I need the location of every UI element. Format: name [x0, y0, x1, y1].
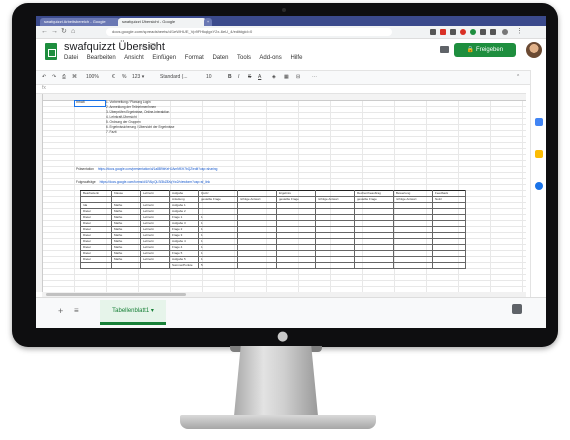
menu-view[interactable]: Ansicht: [124, 55, 144, 61]
font-size-select[interactable]: 10: [206, 71, 212, 84]
table-row: Summe/Punkte 5: [80, 262, 466, 269]
monitor-stand: [234, 346, 318, 416]
tasks-icon[interactable]: [535, 182, 543, 190]
url-input[interactable]: docs.google.com/spreadsheets/d/1eWHUE_Vp…: [106, 28, 392, 36]
avatar[interactable]: [526, 42, 542, 58]
menu-edit[interactable]: Bearbeiten: [87, 55, 116, 61]
menu-insert[interactable]: Einfügen: [152, 55, 176, 61]
formatting-toolbar: ↶ ↷ ⎙ ⌘ 100% € % 123 ▾ Standard (... 10 …: [36, 70, 546, 85]
menu-tools[interactable]: Tools: [237, 55, 251, 61]
forward-icon[interactable]: →: [51, 28, 58, 36]
browser-tab-2[interactable]: swafquizzt Übersicht - Google: [118, 18, 206, 26]
extension-icon[interactable]: [480, 29, 486, 35]
menu-format[interactable]: Format: [185, 55, 204, 61]
table-cell[interactable]: 5: [198, 262, 238, 269]
back-icon[interactable]: ←: [41, 28, 48, 36]
cell-contents-label[interactable]: Inhalt: [76, 100, 85, 105]
sheet-tab-label: Tabellenblatt1: [112, 308, 150, 314]
star-icon[interactable]: ☆ ⛁: [140, 42, 156, 51]
table-cell[interactable]: [80, 262, 112, 269]
profile-icon[interactable]: [502, 29, 508, 35]
results-table: Bearbeiterin Klasse Lehrerin Aufgabe Quizz Er…: [80, 190, 466, 269]
address-bar-area: ← → ↻ ⌂ docs.google.com/spreadsheets/d/1…: [36, 26, 546, 39]
screen: swafquizzt Arbeitsbereich - Google swafq…: [36, 16, 546, 328]
row-headers[interactable]: [36, 94, 43, 292]
table-cell[interactable]: [111, 262, 141, 269]
zoom-select[interactable]: 100%: [86, 71, 99, 84]
presentation-label: Präsentation: [76, 167, 94, 171]
table-cell[interactable]: [393, 262, 433, 269]
formula-bar[interactable]: fx: [36, 84, 526, 94]
table-cell[interactable]: [140, 262, 170, 269]
followup-label: Folgeaufträge: [76, 180, 96, 184]
percent-icon[interactable]: %: [122, 71, 126, 84]
undo-icon[interactable]: ↶: [42, 71, 46, 84]
format-select[interactable]: 123 ▾: [132, 71, 144, 84]
merge-icon[interactable]: ⊟: [296, 71, 300, 84]
new-tab-icon[interactable]: +: [204, 18, 212, 26]
print-icon[interactable]: ⎙: [62, 71, 66, 84]
collapse-icon[interactable]: ⌃: [516, 71, 520, 84]
sheet-tab[interactable]: Tabellenblatt1 ▾: [100, 300, 166, 325]
apple-logo-icon: ●: [277, 329, 289, 344]
share-label: Freigeben: [476, 47, 504, 53]
extension-icon[interactable]: [470, 29, 476, 35]
table-cell[interactable]: [237, 262, 277, 269]
followup-link-row: Folgeaufträge https://docs.google.com/for…: [76, 180, 210, 184]
extension-icon[interactable]: [440, 29, 446, 35]
presentation-link[interactable]: https://docs.google.com/presentation/d/1…: [98, 167, 218, 171]
menu-icon[interactable]: ⋮: [516, 28, 523, 36]
toc-item[interactable]: 7. Fazit: [106, 130, 174, 135]
comment-icon[interactable]: [440, 46, 449, 53]
add-sheet-icon[interactable]: +: [58, 306, 63, 316]
extension-icon[interactable]: [490, 29, 496, 35]
presentation-link-row: Präsentation https://docs.google.com/pres…: [76, 167, 217, 171]
share-button[interactable]: 🔒 Freigeben: [454, 43, 516, 57]
browser-tab-strip: swafquizzt Arbeitsbereich - Google swafq…: [36, 16, 546, 26]
all-sheets-icon[interactable]: ≡: [74, 306, 79, 315]
menu-addons[interactable]: Add-ons: [259, 55, 281, 61]
table-cell[interactable]: [315, 262, 355, 269]
menu-data[interactable]: Daten: [212, 55, 228, 61]
sheets-logo-icon[interactable]: [45, 43, 57, 60]
table-cell[interactable]: [354, 262, 394, 269]
font-select[interactable]: Standard (...: [160, 71, 188, 84]
table-of-contents: 1. Vorbereitung / Planung Login 2. Anmel…: [106, 100, 174, 135]
extension-icon[interactable]: [430, 29, 436, 35]
browser-tab-1[interactable]: swafquizzt Arbeitsbereich - Google: [40, 18, 120, 26]
text-color-icon[interactable]: A: [258, 71, 261, 84]
keep-icon[interactable]: [535, 150, 543, 158]
menu-help[interactable]: Hilfe: [290, 55, 302, 61]
camera-dot: [282, 8, 286, 12]
menu-file[interactable]: Datei: [64, 55, 78, 61]
followup-link[interactable]: https://docs.google.com/forms/d/1FAIpQLS…: [100, 180, 210, 184]
table-cell[interactable]: Summe/Punkte: [169, 262, 199, 269]
italic-icon[interactable]: I: [238, 71, 239, 84]
fill-color-icon[interactable]: ◈: [272, 71, 276, 84]
menu-bar: Datei Bearbeiten Ansicht Einfügen Format…: [64, 55, 309, 61]
calendar-icon[interactable]: [535, 118, 543, 126]
currency-icon[interactable]: €: [112, 71, 115, 84]
table-cell[interactable]: [432, 262, 466, 269]
extension-icon[interactable]: [450, 29, 456, 35]
strikethrough-icon[interactable]: S: [248, 71, 251, 84]
borders-icon[interactable]: ▦: [284, 71, 289, 84]
monitor-bezel: swafquizzt Arbeitsbereich - Google swafq…: [12, 3, 558, 347]
table-cell[interactable]: [276, 262, 316, 269]
sheet-tab-bar: + ≡ Tabellenblatt1 ▾: [36, 297, 546, 328]
more-icon[interactable]: ⋯: [312, 71, 317, 84]
reload-icon[interactable]: ↻: [61, 28, 67, 36]
home-icon[interactable]: ⌂: [71, 28, 75, 36]
monitor-base: [180, 415, 376, 429]
bold-icon[interactable]: B: [228, 71, 232, 84]
redo-icon[interactable]: ↷: [52, 71, 56, 84]
paint-format-icon[interactable]: ⌘: [72, 71, 77, 84]
explore-icon[interactable]: [512, 304, 522, 314]
extension-icon[interactable]: [460, 29, 466, 35]
side-panel: [530, 70, 546, 297]
